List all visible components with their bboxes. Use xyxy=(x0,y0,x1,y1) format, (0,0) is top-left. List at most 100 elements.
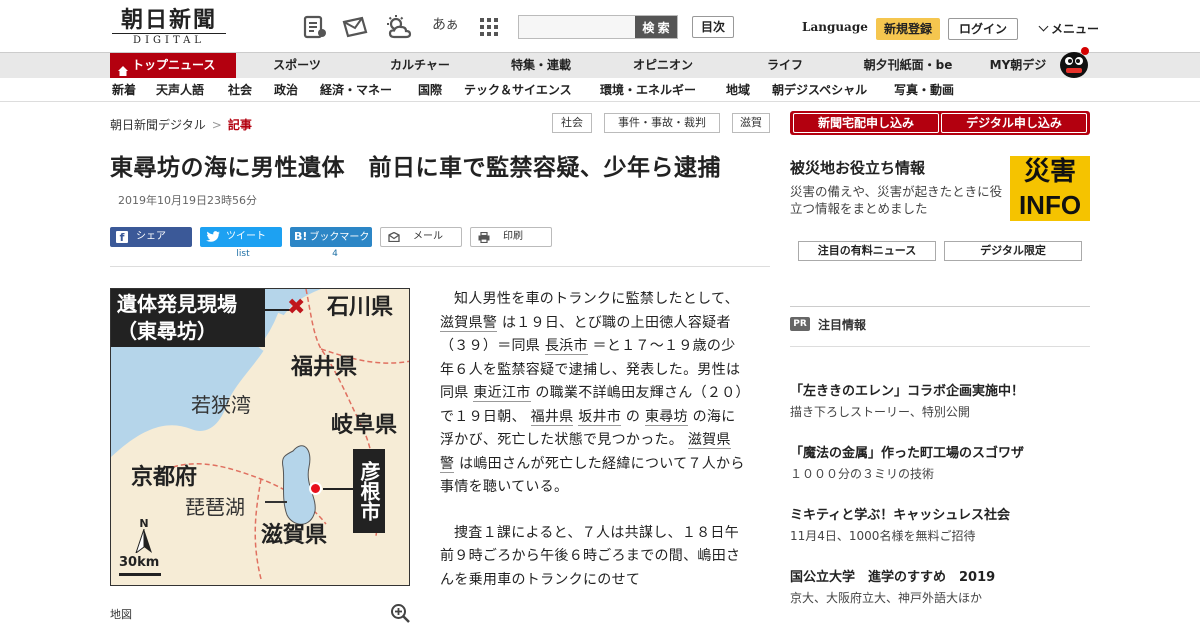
map-biwako-leader xyxy=(265,501,287,503)
pr-item-title[interactable]: 「魔法の金属」作った町工場のスゴワザ xyxy=(790,442,1024,461)
nav2-environment[interactable]: 環境・エネルギー xyxy=(600,78,696,102)
article-map[interactable]: 遺体発見現場 （東尋坊） ✖ 石川県 福井県 若狭湾 岐阜県 京都府 琵琶湖 滋… xyxy=(110,288,410,586)
tag-incident[interactable]: 事件・事故・裁判 xyxy=(604,113,720,133)
twitter-list-link[interactable]: list xyxy=(228,249,258,259)
mail-notice-icon[interactable] xyxy=(342,14,368,40)
register-button[interactable]: 新規登録 xyxy=(876,18,940,40)
home-icon xyxy=(118,60,128,76)
keyword-link[interactable]: 長浜市 xyxy=(544,338,588,355)
map-label-scene: 遺体発見現場 xyxy=(117,292,237,316)
keyword-link[interactable]: 滋賀県警 xyxy=(440,314,498,332)
nav2-society[interactable]: 社会 xyxy=(228,78,252,102)
nav-top-news[interactable]: トップニュース xyxy=(110,53,236,78)
nav-opinion[interactable]: オピニオン xyxy=(622,53,704,78)
map-caption: 地図 xyxy=(110,608,132,621)
nav2-politics[interactable]: 政治 xyxy=(274,78,298,102)
divider xyxy=(790,306,1090,307)
twitter-bird-icon xyxy=(206,231,220,242)
font-size-icon[interactable]: あぁ xyxy=(432,14,459,34)
paragraph-text: 捜査１課によると、７人は共謀し、１８日午前９時ごろから午後６時ごろまでの間、嶋田… xyxy=(440,524,741,588)
pr-item-title[interactable]: 「左ききのエレン」コラボ企画実施中！ xyxy=(790,380,1024,399)
subscribe-home-delivery-button[interactable]: 新聞宅配申し込み xyxy=(793,113,939,133)
article-paragraph: 捜査１課によると、７人は共謀し、１８日午前９時ごろから午後６時ごろまでの間、嶋田… xyxy=(440,522,745,593)
keyword-link[interactable]: 福井県 xyxy=(530,408,574,426)
nav-sports[interactable]: スポーツ xyxy=(262,53,332,78)
map-hikone-marker-icon xyxy=(309,482,322,495)
keyword-link[interactable]: 東近江市 xyxy=(473,385,531,402)
nav2-tech[interactable]: テック＆サイエンス xyxy=(464,78,572,102)
map-label-scene-box: 遺体発見現場 （東尋坊） xyxy=(111,289,265,347)
mail-share-button[interactable]: メール xyxy=(380,227,462,247)
keyword-link[interactable]: 東尋坊 xyxy=(644,408,688,426)
map-wakasa: 若狭湾 xyxy=(191,393,251,417)
print-icon xyxy=(478,232,490,243)
nav-culture[interactable]: カルチャー xyxy=(380,53,460,78)
map-shiga: 滋賀県 xyxy=(261,523,328,548)
site-header: 朝日新聞 DIGITAL あぁ 検 索 目次 Language 新規登録 ログイ… xyxy=(0,0,1200,52)
paragraph-text: 知人男性を車のトランクに監禁したとして、 xyxy=(454,291,739,307)
paragraph-text: は嶋田さんが死亡した経緯について７人から事情を聴いている。 xyxy=(440,455,745,496)
disaster-info-banner-line2: INFO xyxy=(1018,190,1082,220)
map-hikone-leader xyxy=(323,488,353,490)
mail-icon xyxy=(388,232,400,242)
pr-heading: 注目情報 xyxy=(818,318,867,332)
grid-menu-icon[interactable] xyxy=(476,14,502,40)
menu-label: メニュー xyxy=(1051,22,1100,36)
article-body: 知人男性を車のトランクに監禁したとして、 滋賀県警 は１９日、とび職の上田徳人容… xyxy=(440,288,745,614)
language-link[interactable]: Language xyxy=(802,20,868,34)
nav-features[interactable]: 特集・連載 xyxy=(500,53,582,78)
toc-button[interactable]: 目次 xyxy=(692,16,734,38)
breadcrumb-current: 記事 xyxy=(227,118,252,132)
nav2-special[interactable]: 朝デジスペシャル xyxy=(772,78,867,102)
digital-only-button[interactable]: デジタル限定 xyxy=(944,241,1082,261)
disaster-info-banner[interactable]: 災害 INFO xyxy=(1010,156,1090,221)
print-label: 印刷 xyxy=(503,231,523,242)
nav-paper[interactable]: 朝夕刊紙面・be xyxy=(856,53,960,78)
hatena-icon: B! xyxy=(294,230,308,243)
article-paragraph: 知人男性を車のトランクに監禁したとして、 滋賀県警 は１９日、とび職の上田徳人容… xyxy=(440,288,745,500)
nav2-region[interactable]: 地域 xyxy=(726,78,750,102)
map-ishikawa: 石川県 xyxy=(325,289,396,321)
facebook-share-button[interactable]: f シェア xyxy=(110,227,192,247)
print-button[interactable]: 印刷 xyxy=(470,227,552,247)
search-button[interactable]: 検 索 xyxy=(635,16,677,38)
pr-item-title[interactable]: 国公立大学 進学のすすめ 2019 xyxy=(790,566,995,585)
nav-my-asahi[interactable]: MY朝デジ xyxy=(982,53,1054,78)
zoom-in-icon[interactable] xyxy=(390,603,410,623)
nav2-photo-video[interactable]: 写真・動画 xyxy=(894,78,954,102)
map-scene-marker-icon: ✖ xyxy=(287,295,306,320)
facebook-icon: f xyxy=(116,231,128,244)
breadcrumb-home[interactable]: 朝日新聞デジタル xyxy=(110,118,206,132)
menu-button[interactable]: メニュー xyxy=(1038,20,1100,37)
pr-item-title[interactable]: ミキティと学ぶ！キャッシュレス社会 xyxy=(790,504,1010,523)
tag-society[interactable]: 社会 xyxy=(552,113,592,133)
nav2-international[interactable]: 国際 xyxy=(418,78,442,102)
map-biwako: 琵琶湖 xyxy=(185,495,245,519)
subscribe-digital-button[interactable]: デジタル申し込み xyxy=(941,113,1087,133)
north-arrow-icon xyxy=(135,529,152,553)
subscription-bar: 新聞宅配申し込み デジタル申し込み xyxy=(790,111,1090,135)
pr-item-desc: １０００分の３ミリの技術 xyxy=(790,467,935,481)
weather-icon[interactable] xyxy=(386,14,412,40)
disaster-info-title[interactable]: 被災地お役立ち情報 xyxy=(790,157,925,178)
hatena-bookmark-button[interactable]: B! ブックマーク xyxy=(290,227,372,247)
pr-item-desc: 描き下ろしストーリー、特別公開 xyxy=(790,405,970,419)
map-hikone: 彦根市 xyxy=(353,449,385,533)
secondary-nav: 新着 天声人語 社会 政治 経済・マネー 国際 テック＆サイエンス 環境・エネル… xyxy=(0,78,1200,102)
article-date: 2019年10月19日23時56分 xyxy=(118,194,257,207)
nav2-economy[interactable]: 経済・マネー xyxy=(320,78,392,102)
paid-news-button[interactable]: 注目の有料ニュース xyxy=(798,241,936,261)
nav2-tensei[interactable]: 天声人語 xyxy=(156,78,204,102)
disaster-info-description: 災害の備えや、災害が起きたときに役立つ情報をまとめました xyxy=(790,184,1003,216)
nav-life[interactable]: ライフ xyxy=(752,53,818,78)
mascot-icon[interactable] xyxy=(1056,45,1092,79)
asahi-digital-logo[interactable]: 朝日新聞 DIGITAL xyxy=(112,8,226,46)
tag-shiga[interactable]: 滋賀 xyxy=(732,113,770,133)
keyword-link[interactable]: 坂井市 xyxy=(578,408,622,426)
twitter-share-button[interactable]: ツイート xyxy=(200,227,282,247)
search-input[interactable] xyxy=(519,16,637,38)
login-button[interactable]: ログイン xyxy=(948,18,1018,40)
newspaper-icon[interactable] xyxy=(302,14,328,40)
article-title: 東尋坊の海に男性遺体 前日に車で監禁容疑、少年ら逮捕 xyxy=(110,155,721,181)
nav2-new[interactable]: 新着 xyxy=(112,78,136,102)
